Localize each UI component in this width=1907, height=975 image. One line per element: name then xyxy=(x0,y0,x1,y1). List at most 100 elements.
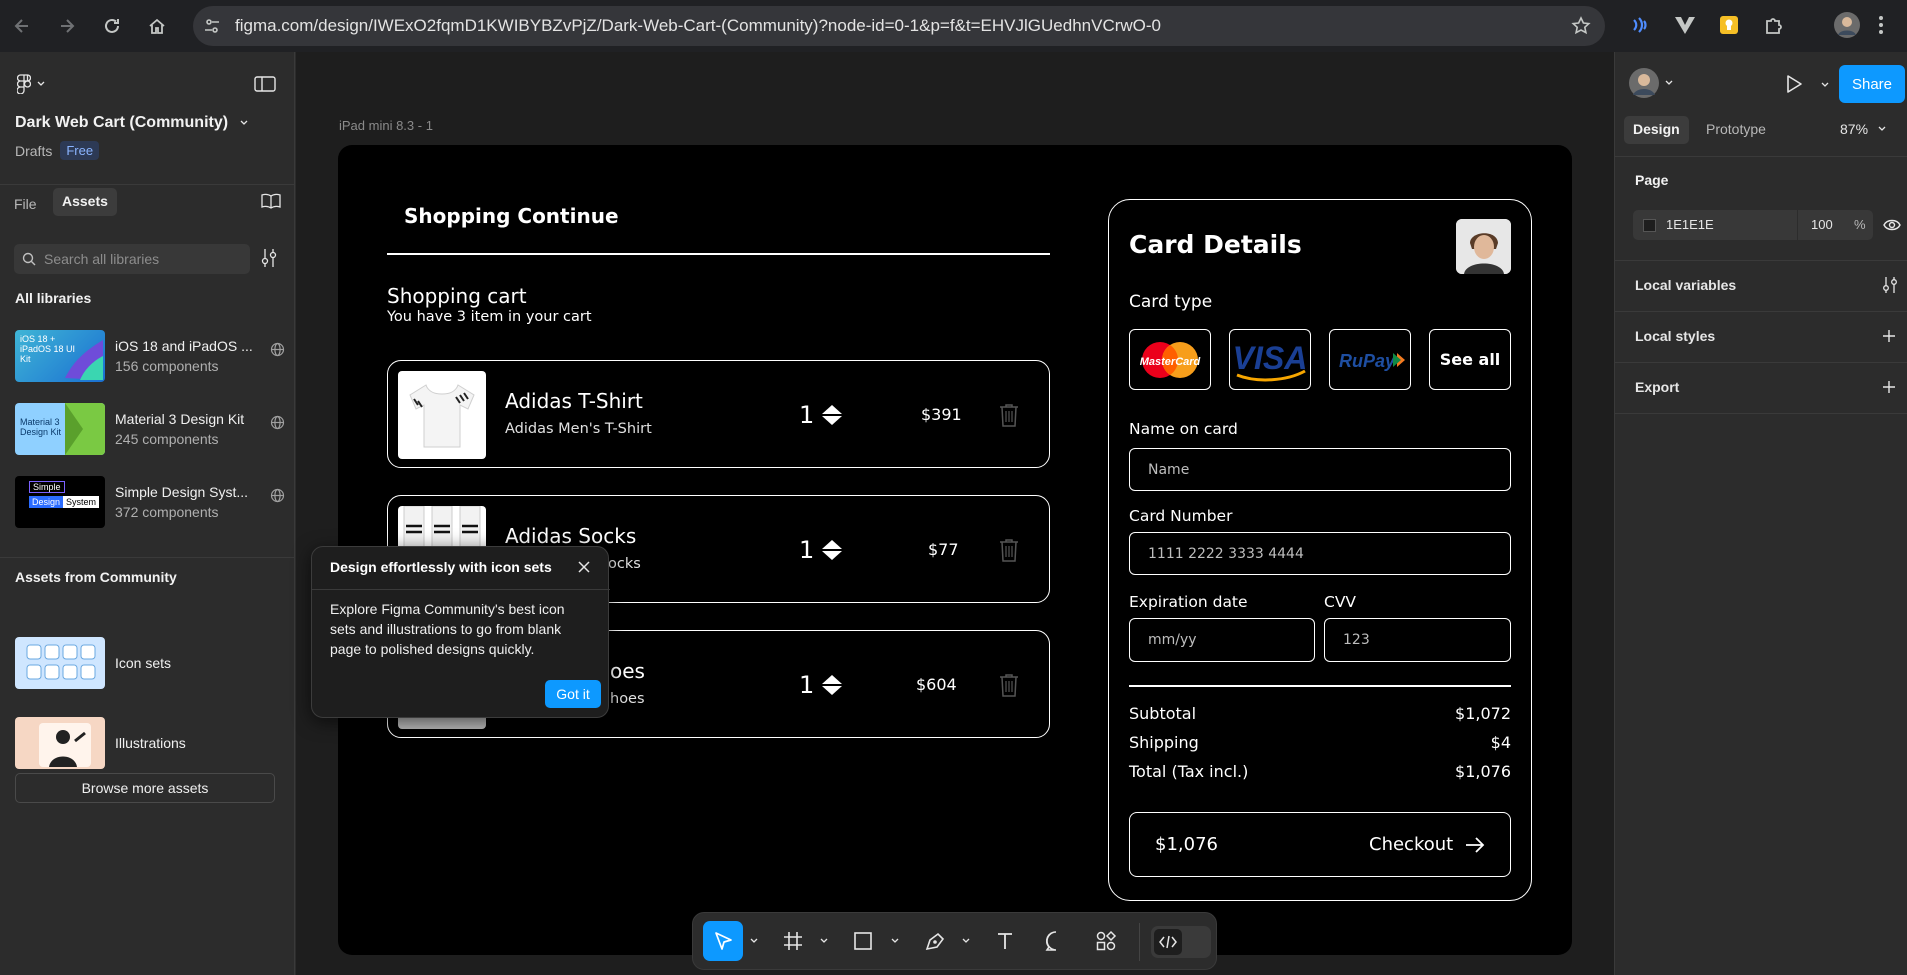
file-name-button[interactable]: Dark Web Cart (Community) xyxy=(15,114,248,132)
close-icon[interactable] xyxy=(577,560,591,574)
text-tool-icon[interactable] xyxy=(985,921,1025,961)
shopping-continue[interactable]: Shopping Continue xyxy=(404,204,619,228)
back-icon[interactable] xyxy=(6,10,38,42)
card-number-field[interactable]: 1111 2222 3333 4444 xyxy=(1129,532,1511,575)
actions-tool-icon[interactable] xyxy=(1086,921,1126,961)
zoom-dropdown[interactable]: 87% xyxy=(1840,121,1886,137)
file-name: Dark Web Cart (Community) xyxy=(15,114,229,131)
page-color-hex[interactable]: 1E1E1E xyxy=(1666,217,1714,232)
comment-tool-icon[interactable] xyxy=(1036,921,1076,961)
tab-assets[interactable]: Assets xyxy=(53,188,117,216)
search-placeholder: Search all libraries xyxy=(44,251,160,267)
tab-file[interactable]: File xyxy=(14,192,37,218)
page-opacity-unit: % xyxy=(1854,217,1866,232)
expiration-date-field[interactable]: mm/yy xyxy=(1129,618,1315,662)
toggle-sidebar-icon[interactable] xyxy=(254,76,276,92)
name-on-card-field[interactable]: Name xyxy=(1129,448,1511,491)
user-menu[interactable] xyxy=(1629,68,1673,98)
got-it-button[interactable]: Got it xyxy=(545,680,601,708)
site-settings-icon[interactable] xyxy=(203,17,221,35)
quantity-stepper-icon[interactable] xyxy=(821,674,843,696)
globe-icon xyxy=(270,415,285,430)
rectangle-tool-icon[interactable] xyxy=(843,921,883,961)
profile-avatar[interactable] xyxy=(1834,12,1860,38)
add-style-plus-icon[interactable] xyxy=(1882,329,1896,343)
present-play-icon[interactable] xyxy=(1785,74,1803,94)
figma-logo-icon xyxy=(17,74,31,94)
cart-item[interactable]: Adidas T-Shirt Adidas Men's T-Shirt 1 $3… xyxy=(387,360,1050,468)
user-avatar[interactable] xyxy=(1456,219,1511,274)
trash-icon[interactable] xyxy=(999,538,1019,562)
page-opacity[interactable]: 100 xyxy=(1811,217,1833,232)
library-item-simple[interactable]: Simple Design System Simple Design Syst.… xyxy=(15,474,285,530)
bookmark-star-icon[interactable] xyxy=(1571,16,1591,36)
card-details-title: Card Details xyxy=(1129,230,1302,259)
shipping-value: $4 xyxy=(1490,733,1511,752)
library-book-icon[interactable] xyxy=(261,193,281,209)
thumb-text: System xyxy=(63,496,100,508)
quantity-value: 1 xyxy=(799,536,815,564)
community-heading: Assets from Community xyxy=(15,569,177,585)
plan-badge: Free xyxy=(60,141,100,160)
drafts-link[interactable]: Drafts xyxy=(15,143,52,159)
add-export-plus-icon[interactable] xyxy=(1882,380,1896,394)
browse-more-assets-button[interactable]: Browse more assets xyxy=(15,773,275,803)
share-button[interactable]: Share xyxy=(1839,65,1905,103)
subtotal-value: $1,072 xyxy=(1455,704,1511,723)
cvv-label: CVV xyxy=(1324,593,1357,611)
cvv-field[interactable]: 123 xyxy=(1324,618,1511,662)
extension-v-icon[interactable] xyxy=(1673,14,1697,36)
page-color-swatch[interactable] xyxy=(1643,219,1656,232)
home-icon[interactable] xyxy=(141,10,173,42)
card-type-visa[interactable]: VISA xyxy=(1229,329,1311,390)
visa-logo-icon: VISA xyxy=(1233,340,1307,381)
thumb-text: Design xyxy=(29,496,64,508)
card-type-mastercard[interactable]: MasterCard xyxy=(1129,329,1211,390)
trash-icon[interactable] xyxy=(999,403,1019,427)
tab-design[interactable]: Design xyxy=(1624,116,1689,144)
browser-menu-icon[interactable] xyxy=(1878,14,1884,36)
library-item-ios[interactable]: iOS 18 + iPadOS 18 UI Kit iOS 18 and iPa… xyxy=(15,328,285,384)
move-tool-icon[interactable] xyxy=(703,921,743,961)
library-search-input[interactable]: Search all libraries xyxy=(14,244,250,274)
divider xyxy=(1615,311,1907,312)
reload-icon[interactable] xyxy=(96,10,128,42)
total-label: Total (Tax incl.) xyxy=(1129,762,1249,781)
figma-menu-button[interactable] xyxy=(17,74,45,94)
extensions-puzzle-icon[interactable] xyxy=(1763,14,1785,36)
card-type-label: Card type xyxy=(1129,292,1213,312)
chevron-down-icon xyxy=(820,938,828,943)
filter-sliders-icon[interactable] xyxy=(260,248,278,268)
see-all-card-types-button[interactable]: See all xyxy=(1429,329,1511,390)
visibility-eye-icon[interactable] xyxy=(1883,218,1901,232)
item-price: $604 xyxy=(916,675,957,694)
address-bar[interactable]: figma.com/design/IWExO2fqmD1KWIBYBZvPjZ/… xyxy=(193,6,1605,46)
frame-tool-icon[interactable] xyxy=(773,921,813,961)
page-fill-field[interactable]: 1E1E1E 100 % xyxy=(1633,210,1873,240)
dev-mode-toggle[interactable] xyxy=(1151,926,1211,958)
local-styles-heading[interactable]: Local styles xyxy=(1635,328,1715,344)
expiration-date-label: Expiration date xyxy=(1129,593,1248,611)
library-thumbnail: Simple Design System xyxy=(15,476,105,528)
extension-signal-icon[interactable] xyxy=(1629,14,1651,36)
tab-prototype[interactable]: Prototype xyxy=(1706,121,1766,137)
variables-sliders-icon[interactable] xyxy=(1882,276,1898,294)
checkout-button[interactable]: $1,076 Checkout xyxy=(1129,812,1511,877)
arrow-right-icon xyxy=(1466,837,1485,853)
frame-label[interactable]: iPad mini 8.3 - 1 xyxy=(339,118,433,133)
pen-tool-icon[interactable] xyxy=(915,921,955,961)
community-icon-sets[interactable]: Icon sets xyxy=(15,635,285,691)
library-item-material[interactable]: Material 3 Design Kit Material 3 Design … xyxy=(15,401,285,457)
search-icon xyxy=(22,252,36,266)
quantity-stepper-icon[interactable] xyxy=(821,404,843,426)
trash-icon[interactable] xyxy=(999,673,1019,697)
card-type-rupay[interactable]: RuPay xyxy=(1329,329,1411,390)
community-item-name: Illustrations xyxy=(115,735,186,751)
forward-icon[interactable] xyxy=(51,10,83,42)
item-price: $391 xyxy=(921,405,962,424)
community-illustrations[interactable]: Illustrations xyxy=(15,715,285,771)
quantity-stepper-icon[interactable] xyxy=(821,539,843,561)
export-heading[interactable]: Export xyxy=(1635,379,1679,395)
extension-keep-icon[interactable] xyxy=(1718,14,1740,36)
local-variables-heading[interactable]: Local variables xyxy=(1635,277,1736,293)
